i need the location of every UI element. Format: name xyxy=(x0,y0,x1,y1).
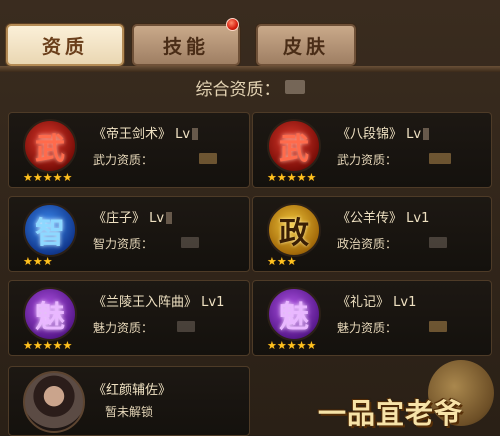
skill-card-diwangjianshu[interactable]: 武 ★★★★★ 《帝王剑术》 Lv 武力资质： xyxy=(8,112,250,188)
companion-portrait-avatar xyxy=(23,371,85,433)
skill-card-zhuangzi[interactable]: 智 ★★★ 《庄子》 Lv 智力资质： xyxy=(8,196,250,272)
skill-name: 《八段锦》 xyxy=(337,127,403,142)
star-rating: ★★★★★ xyxy=(23,171,73,184)
politics-icon: 政 xyxy=(267,203,321,257)
skill-title: 《兰陵王入阵曲》 Lv1 xyxy=(93,291,224,310)
lock-status: 暂未解锁 xyxy=(105,405,154,419)
notification-dot-icon xyxy=(226,18,239,31)
star-rating: ★★★★★ xyxy=(267,171,317,184)
charm-icon: 魅 xyxy=(23,287,77,341)
skill-level: Lv1 xyxy=(201,295,225,310)
martial-icon: 武 xyxy=(23,119,77,173)
attr-value xyxy=(429,237,447,248)
attr-label: 魅力资质： xyxy=(93,321,154,335)
skill-level: Lv xyxy=(175,127,191,142)
attr-value xyxy=(429,153,451,164)
skill-title: 《八段锦》 Lv xyxy=(337,123,430,142)
skill-level-value xyxy=(166,212,173,224)
logo-text: 一品宜老爷 xyxy=(318,397,464,430)
skill-level: Lv xyxy=(149,211,165,226)
skill-card-lanlingwang[interactable]: 魅 ★★★★★ 《兰陵王入阵曲》 Lv1 魅力资质： xyxy=(8,280,250,356)
skill-card-gongyangzhuan[interactable]: 政 ★★★ 《公羊传》 Lv1 政治资质： xyxy=(252,196,492,272)
attr-label: 政治资质： xyxy=(337,237,398,251)
skill-panel: 资质 技能 皮肤 综合资质： 武 ★★★★★ 《帝王剑术》 Lv 武力资质： 武… xyxy=(0,0,500,436)
intellect-icon: 智 xyxy=(23,203,77,257)
tab-skins[interactable]: 皮肤 xyxy=(256,24,356,66)
game-logo: 一品宜老爷 xyxy=(318,360,500,436)
star-rating: ★★★★★ xyxy=(267,339,317,352)
companion-card[interactable]: 《红颜辅佐》 暂未解锁 xyxy=(8,366,250,436)
attr-label: 智力资质： xyxy=(93,237,154,251)
skill-name: 《公羊传》 xyxy=(337,211,403,226)
star-rating: ★★★ xyxy=(23,255,53,268)
companion-name: 《红颜辅佐》 xyxy=(93,383,172,398)
skill-level: Lv1 xyxy=(406,211,430,226)
skill-title: 《庄子》 Lv xyxy=(93,207,173,226)
skill-level: Lv xyxy=(406,127,422,142)
attr-value xyxy=(181,237,199,248)
skill-name: 《礼记》 xyxy=(337,295,390,310)
attr-value xyxy=(429,321,447,332)
skill-name: 《帝王剑术》 xyxy=(93,127,172,142)
attr-label: 武力资质： xyxy=(337,153,398,167)
martial-icon: 武 xyxy=(267,119,321,173)
skill-card-liji[interactable]: 魅 ★★★★★ 《礼记》 Lv1 魅力资质： xyxy=(252,280,492,356)
skill-title: 《帝王剑术》 Lv xyxy=(93,123,199,142)
charm-icon: 魅 xyxy=(267,287,321,341)
total-aptitude-value xyxy=(284,80,305,94)
tab-aptitude[interactable]: 资质 xyxy=(6,24,124,66)
skill-level: Lv1 xyxy=(393,295,417,310)
attr-value xyxy=(199,153,217,164)
skill-name: 《兰陵王入阵曲》 xyxy=(93,295,198,310)
attr-label: 武力资质： xyxy=(93,153,154,167)
skill-level-value xyxy=(423,128,430,140)
skill-level-value xyxy=(192,128,199,140)
skill-card-baduanjin[interactable]: 武 ★★★★★ 《八段锦》 Lv 武力资质： xyxy=(252,112,492,188)
tab-skills[interactable]: 技能 xyxy=(132,24,240,66)
total-aptitude-label: 综合资质： xyxy=(195,79,281,100)
total-aptitude: 综合资质： xyxy=(0,72,500,102)
star-rating: ★★★★★ xyxy=(23,339,73,352)
star-rating: ★★★ xyxy=(267,255,297,268)
skill-name: 《庄子》 xyxy=(93,211,146,226)
attr-label: 魅力资质： xyxy=(337,321,398,335)
attr-value xyxy=(177,321,195,332)
skill-title: 《公羊传》 Lv1 xyxy=(337,207,429,226)
skill-title: 《礼记》 Lv1 xyxy=(337,291,416,310)
